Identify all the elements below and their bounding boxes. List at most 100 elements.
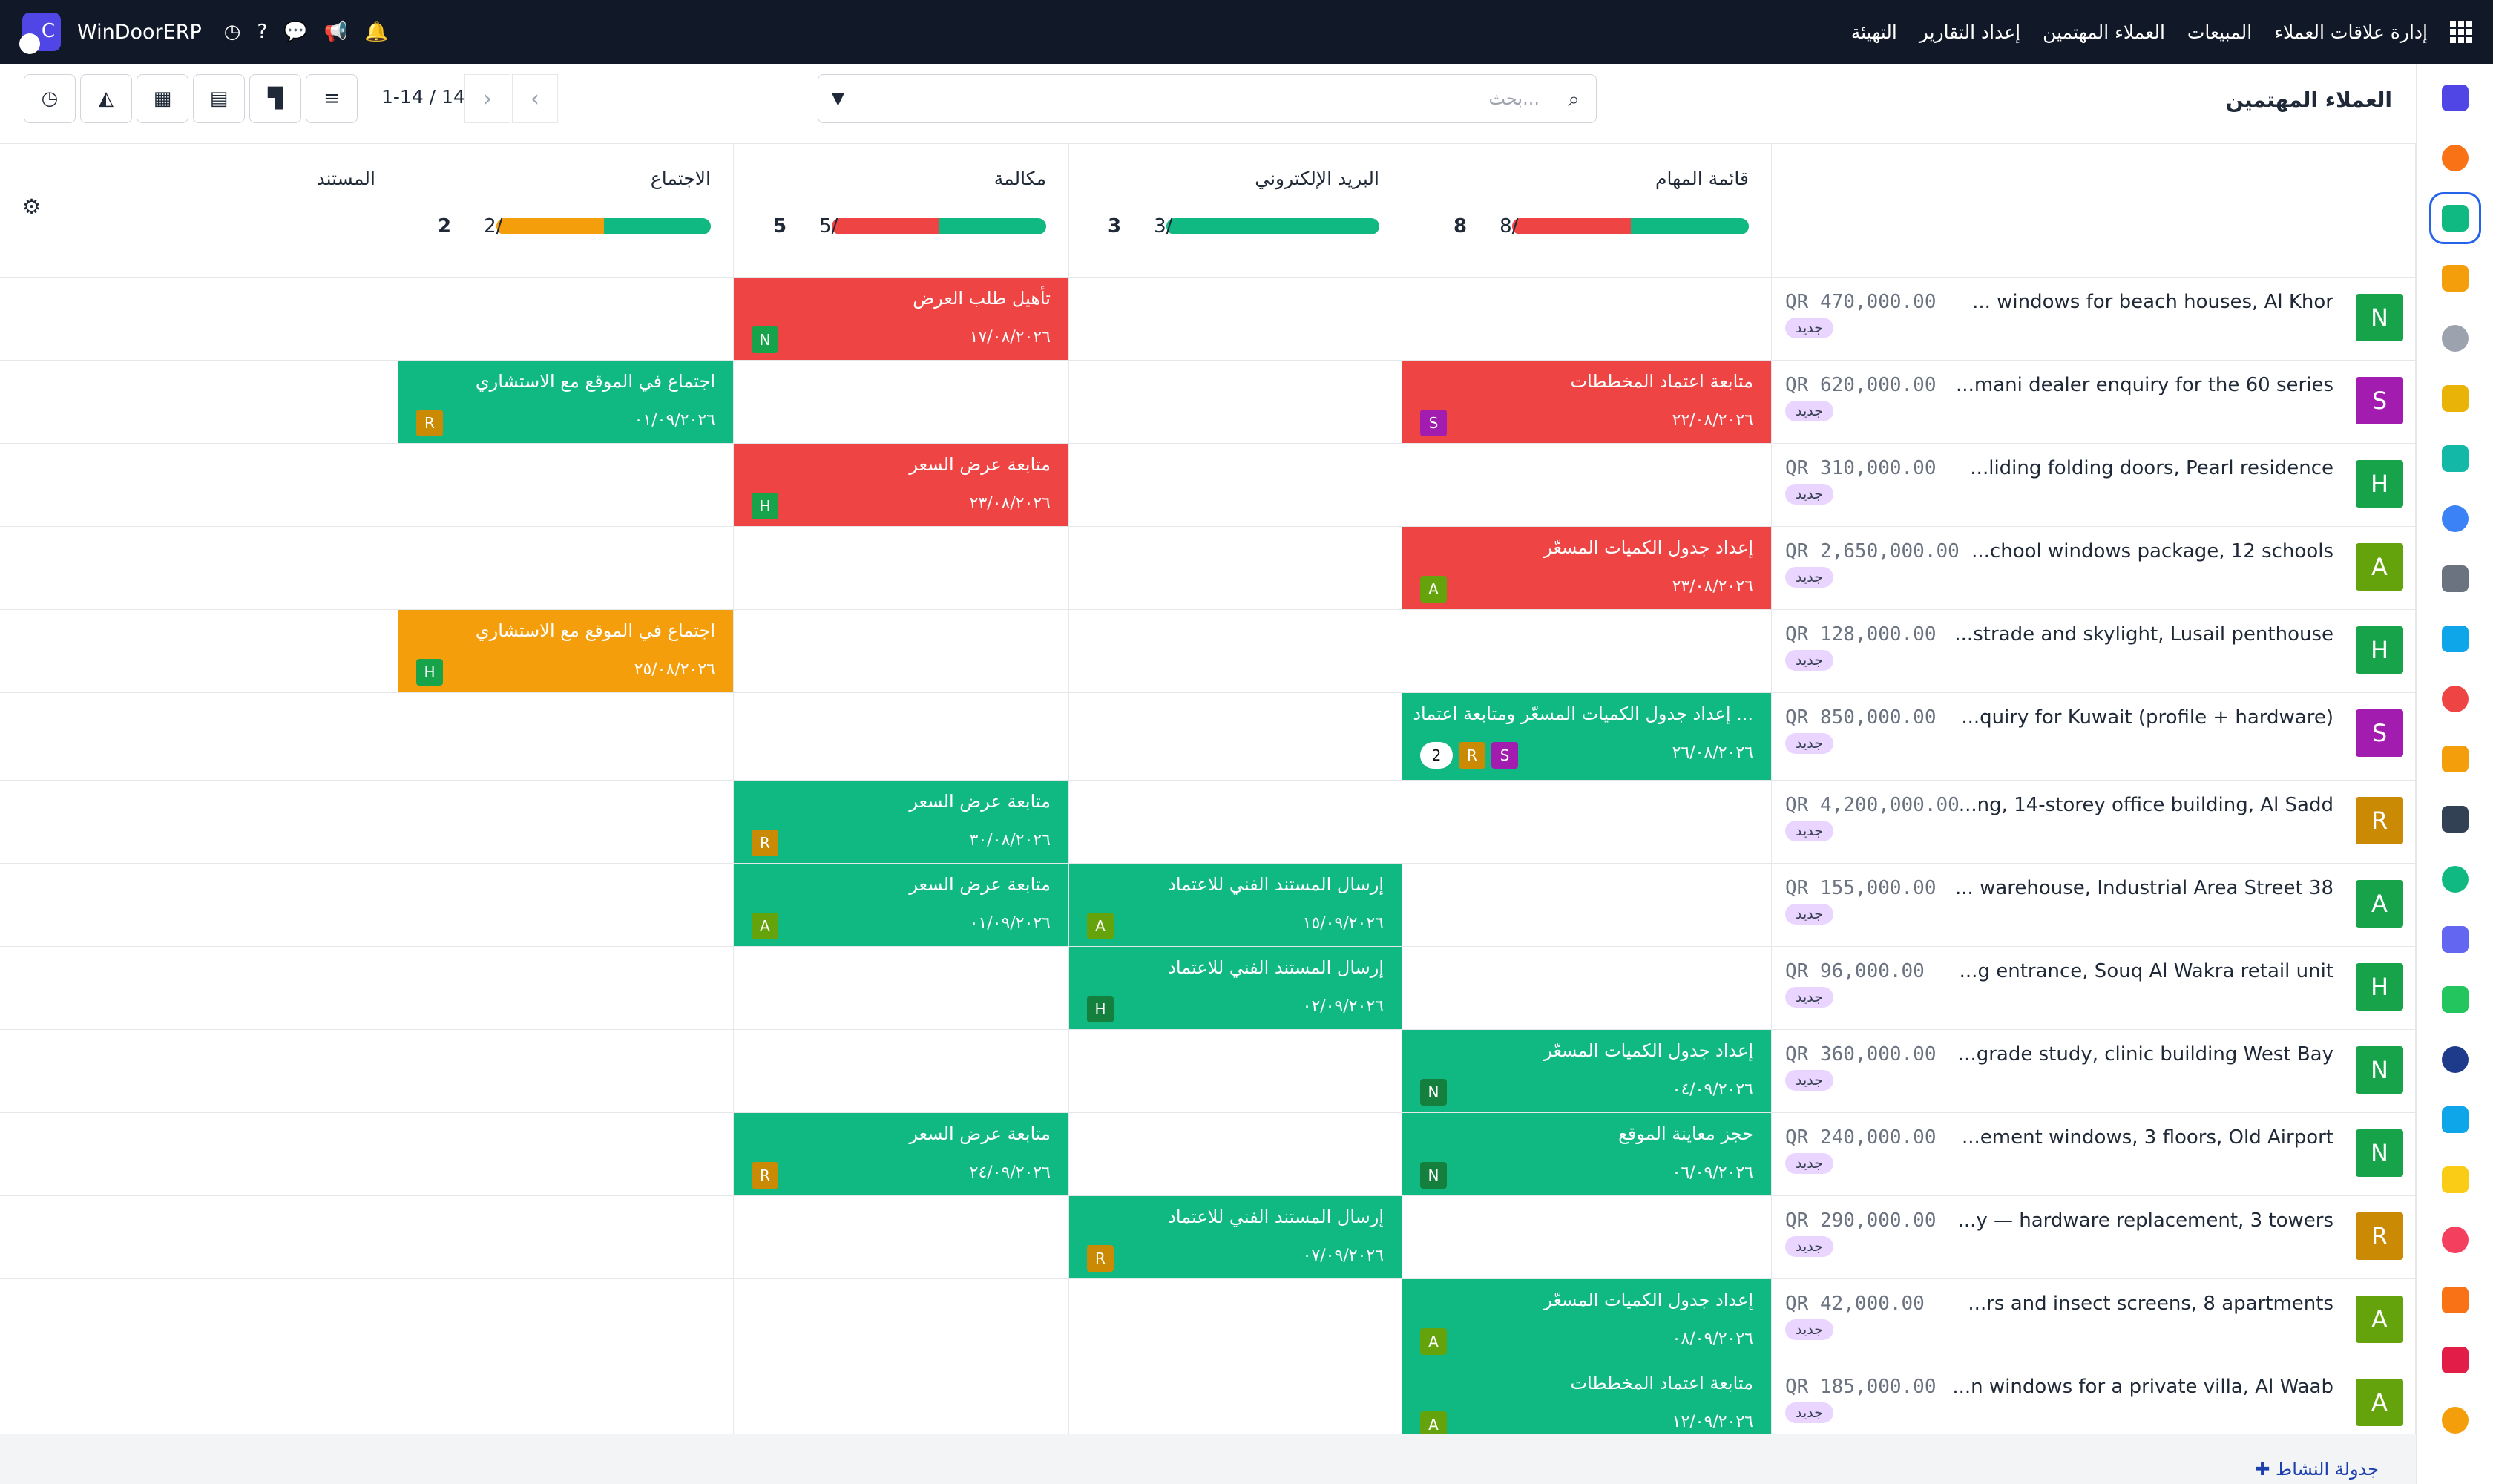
activity-cell[interactable] (65, 693, 398, 780)
pager-next-button[interactable]: › (464, 74, 510, 123)
apps-grid-icon[interactable] (2450, 21, 2472, 43)
sidebar-app-icon[interactable] (2434, 1279, 2476, 1321)
activity-cell[interactable] (398, 693, 734, 780)
brand-name[interactable]: WinDoorERP (77, 21, 202, 44)
activity-card[interactable]: متابعة عرض السعر ٢٣/٠٨/٢٠٢٦ H (734, 444, 1068, 526)
activity-cell[interactable] (1402, 781, 1772, 863)
activity-cell[interactable] (1402, 444, 1772, 526)
sidebar-app-icon[interactable] (2434, 738, 2476, 780)
sidebar-app-icon[interactable] (2434, 438, 2476, 479)
activity-cell[interactable] (398, 278, 734, 360)
company-logo[interactable]: C (19, 13, 61, 54)
chat-icon[interactable]: 💬 (283, 21, 307, 43)
activity-cell[interactable]: اجتماع في الموقع مع الاستشاري ٠١/٠٩/٢٠٢٦ R (398, 361, 734, 443)
menu-config[interactable]: التهيئة (1851, 22, 1897, 43)
list-view-button[interactable]: ≡ (306, 74, 358, 123)
activity-card[interactable]: اجتماع في الموقع مع الاستشاري ٢٥/٠٨/٢٠٢٦ H (398, 610, 733, 692)
activity-cell[interactable]: إرسال المستند الفني للاعتماد ٠٢/٠٩/٢٠٢٦ H (1069, 947, 1402, 1029)
activity-cell[interactable]: إرسال المستند الفني للاعتماد ١٥/٠٩/٢٠٢٦ A (1069, 864, 1402, 946)
activity-cell[interactable] (398, 1030, 734, 1112)
activity-cell[interactable] (734, 1030, 1069, 1112)
sidebar-app-icon[interactable] (2434, 498, 2476, 539)
activity-card[interactable]: إرسال المستند الفني للاعتماد ١٥/٠٩/٢٠٢٦ A (1069, 864, 1402, 946)
schedule-activity-link[interactable]: ✚ جدولة النشاط (2255, 1459, 2379, 1480)
activity-cell[interactable]: متابعة عرض السعر ٠١/٠٩/٢٠٢٦ A (734, 864, 1069, 946)
activity-cell[interactable]: متابعة عرض السعر ٢٣/٠٨/٢٠٢٦ H (734, 444, 1069, 526)
sidebar-app-icon[interactable] (2434, 858, 2476, 900)
activity-card[interactable]: إرسال المستند الفني للاعتماد ٠٧/٠٩/٢٠٢٦ R (1069, 1196, 1402, 1278)
sidebar-app-icon[interactable] (2434, 1099, 2476, 1140)
activity-cell[interactable] (1069, 781, 1402, 863)
pager-prev-button[interactable]: ‹ (512, 74, 558, 123)
activity-cell[interactable] (1069, 1279, 1402, 1362)
activity-cell[interactable] (734, 1362, 1069, 1445)
sliders-icon[interactable]: ⚙ (22, 194, 41, 219)
activity-cell[interactable] (1402, 278, 1772, 360)
activity-cell[interactable] (65, 278, 398, 360)
record-cell[interactable]: A ... warehouse, Industrial Area Street 3… (1772, 864, 2416, 946)
activity-cell[interactable] (398, 947, 734, 1029)
megaphone-icon[interactable]: 📢 (324, 21, 348, 43)
sidebar-app-icon[interactable] (2434, 77, 2476, 119)
activity-cell[interactable] (734, 1279, 1069, 1362)
activity-card[interactable]: تأهيل طلب العرض ١٧/٠٨/٢٠٢٦ N (734, 278, 1068, 360)
sidebar-app-icon[interactable] (2434, 678, 2476, 720)
activity-cell[interactable] (1069, 1030, 1402, 1112)
record-cell[interactable]: N ... windows for beach houses, Al Khor QR… (1772, 278, 2416, 360)
activity-cell[interactable] (1402, 610, 1772, 692)
activity-cell[interactable] (1069, 693, 1402, 780)
activity-cell[interactable]: متابعة عرض السعر ٣٠/٠٨/٢٠٢٦ R (734, 781, 1069, 863)
sidebar-app-icon[interactable] (2434, 137, 2476, 179)
record-cell[interactable]: A ...chool windows package, 12 schools QR … (1772, 527, 2416, 609)
record-cell[interactable]: H ...strade and skylight, Lusail penthous… (1772, 610, 2416, 692)
activity-card[interactable]: إعداد جدول الكميات المسعّر ٠٤/٠٩/٢٠٢٦ N (1402, 1030, 1771, 1112)
activity-cell[interactable] (398, 781, 734, 863)
bell-icon[interactable]: 🔔 (364, 21, 388, 43)
clock-icon[interactable]: ◷ (224, 21, 241, 43)
activity-cell[interactable]: إعداد جدول الكميات المسعّر ٠٨/٠٩/٢٠٢٦ A (1402, 1279, 1772, 1362)
sidebar-app-icon[interactable] (2434, 257, 2476, 299)
activity-cell[interactable] (65, 444, 398, 526)
activity-cell[interactable] (65, 1030, 398, 1112)
activity-cell[interactable]: إعداد جدول الكميات المسعّر ومتابعة اعتما… (1402, 693, 1772, 780)
activity-card[interactable]: متابعة عرض السعر ٣٠/٠٨/٢٠٢٦ R (734, 781, 1068, 863)
record-cell[interactable]: H ...g entrance, Souq Al Wakra retail uni… (1772, 947, 2416, 1029)
activity-cell[interactable] (65, 1196, 398, 1278)
record-cell[interactable]: R ...y — hardware replacement, 3 towers QR… (1772, 1196, 2416, 1278)
activity-card[interactable]: إعداد جدول الكميات المسعّر ٠٨/٠٩/٢٠٢٦ A (1402, 1279, 1771, 1362)
menu-sales[interactable]: المبيعات (2187, 22, 2252, 43)
sidebar-app-icon[interactable] (2434, 919, 2476, 960)
activity-cell[interactable] (734, 610, 1069, 692)
sidebar-app-icon[interactable] (2434, 979, 2476, 1020)
activity-cell[interactable] (1402, 1196, 1772, 1278)
sidebar-app-icon[interactable] (2434, 1399, 2476, 1441)
menu-reports[interactable]: إعداد التقارير (1919, 22, 2020, 43)
activity-cell[interactable] (398, 444, 734, 526)
pivot-view-button[interactable]: ▦ (137, 74, 188, 123)
sidebar-app-icon[interactable] (2434, 618, 2476, 660)
activity-cell[interactable] (1069, 527, 1402, 609)
sidebar-app-icon[interactable] (2434, 1039, 2476, 1080)
activity-cell[interactable]: متابعة اعتماد المخططات ١٢/٠٩/٢٠٢٦ A (1402, 1362, 1772, 1445)
menu-leads[interactable]: العملاء المهتمين (2043, 22, 2165, 43)
activity-cell[interactable] (65, 527, 398, 609)
activity-cell[interactable] (734, 527, 1069, 609)
activity-cell[interactable] (734, 693, 1069, 780)
search-input[interactable]: بحث... (1488, 88, 1540, 109)
sidebar-app-icon[interactable] (2429, 192, 2481, 244)
activity-cell[interactable] (65, 1279, 398, 1362)
activity-cell[interactable] (1069, 278, 1402, 360)
record-cell[interactable]: N ...grade study, clinic building West Ba… (1772, 1030, 2416, 1112)
activity-cell[interactable]: اجتماع في الموقع مع الاستشاري ٢٥/٠٨/٢٠٢٦ H (398, 610, 734, 692)
activity-card[interactable]: إعداد جدول الكميات المسعّر ومتابعة اعتما… (1402, 693, 1771, 780)
record-cell[interactable]: A ...n windows for a private villa, Al Wa… (1772, 1362, 2416, 1445)
pager-value[interactable]: 1-14 / 14 (381, 86, 465, 108)
search-icon[interactable]: ⌕ (1568, 87, 1580, 112)
help-icon[interactable]: ? (257, 21, 267, 43)
activity-cell[interactable] (734, 1196, 1069, 1278)
activity-card[interactable]: حجز معاينة الموقع ٠٦/٠٩/٢٠٢٦ N (1402, 1113, 1771, 1195)
sidebar-app-icon[interactable] (2434, 1159, 2476, 1201)
search-bar[interactable]: ▼ بحث... ⌕ (818, 74, 1597, 123)
menu-crm[interactable]: إدارة علاقات العملاء (2274, 22, 2428, 43)
record-cell[interactable]: S ...mani dealer enquiry for the 60 serie… (1772, 361, 2416, 443)
